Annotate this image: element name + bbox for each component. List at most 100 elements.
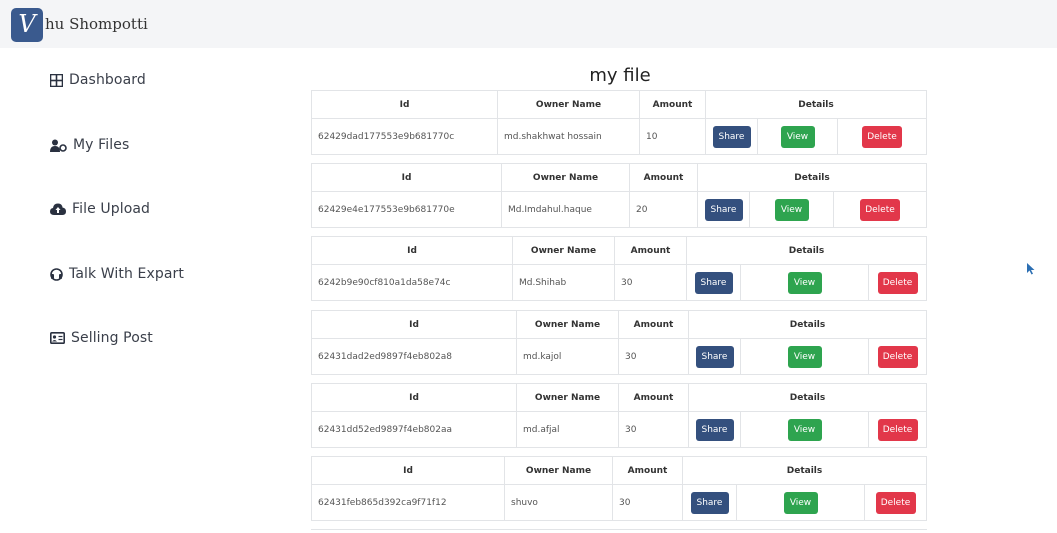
- header-amount: Amount: [618, 310, 689, 339]
- header-details: Details: [688, 310, 927, 339]
- header-owner: Owner Name: [497, 90, 640, 119]
- table-next-edge: [311, 529, 927, 533]
- sidebar-item-selling-post[interactable]: Selling Post: [50, 330, 153, 346]
- header-details: Details: [688, 383, 927, 412]
- sidebar-item-label: My Files: [73, 137, 130, 153]
- headset-icon: [50, 267, 63, 281]
- owner-name: Md.Imdahul.haque: [501, 191, 630, 228]
- delete-button[interactable]: Delete: [875, 491, 916, 514]
- table-header-row: Id Owner Name Amount Details: [311, 90, 927, 119]
- amount: 30: [612, 484, 683, 521]
- header-id: Id: [311, 236, 513, 265]
- table-row: 62429e4e177553e9b681770e Md.Imdahul.haqu…: [311, 191, 927, 228]
- header-owner: Owner Name: [516, 383, 619, 412]
- share-button[interactable]: Share: [690, 491, 729, 514]
- file-table: Id Owner Name Amount Details 62429dad177…: [311, 90, 927, 155]
- owner-name: md.shakhwat hossain: [497, 118, 640, 155]
- table-row: 62431dd52ed9897f4eb802aa md.afjal 30 Sha…: [311, 411, 927, 448]
- file-id: 6242b9e90cf810a1da58e74c: [311, 264, 513, 301]
- view-button[interactable]: View: [783, 491, 818, 514]
- table-row: 62429dad177553e9b681770c md.shakhwat hos…: [311, 118, 927, 155]
- table-header-row: Id Owner Name Amount Details: [311, 383, 927, 412]
- amount: 30: [614, 264, 687, 301]
- table-header-row: Id Owner Name Amount Details: [311, 310, 927, 339]
- owner-name: Md.Shihab: [512, 264, 615, 301]
- top-navbar: V hu Shompotti: [0, 0, 1057, 48]
- page-title: my file: [589, 65, 651, 86]
- delete-button[interactable]: Delete: [862, 125, 902, 148]
- delete-button[interactable]: Delete: [877, 418, 918, 441]
- grid-icon: [50, 73, 63, 87]
- header-amount: Amount: [614, 236, 687, 265]
- table-header-row: Id Owner Name Amount Details: [311, 163, 927, 192]
- header-id: Id: [311, 383, 517, 412]
- file-id: 62431dad2ed9897f4eb802a8: [311, 338, 517, 375]
- header-id: Id: [311, 163, 502, 192]
- view-button[interactable]: View: [787, 418, 822, 441]
- owner-name: md.kajol: [516, 338, 619, 375]
- sidebar-item-talk-with-expart[interactable]: Talk With Expart: [50, 266, 184, 282]
- sidebar-item-label: Dashboard: [69, 72, 146, 88]
- view-button[interactable]: View: [787, 271, 822, 294]
- file-table: Id Owner Name Amount Details 62429e4e177…: [311, 163, 927, 228]
- header-owner: Owner Name: [501, 163, 630, 192]
- header-details: Details: [686, 236, 927, 265]
- users-icon: [50, 139, 67, 152]
- file-table: Id Owner Name Amount Details 6242b9e90cf…: [311, 236, 927, 301]
- sidebar-item-file-upload[interactable]: File Upload: [50, 201, 150, 217]
- header-amount: Amount: [618, 383, 689, 412]
- header-amount: Amount: [629, 163, 698, 192]
- amount: 30: [618, 411, 689, 448]
- header-owner: Owner Name: [504, 456, 613, 485]
- view-button[interactable]: View: [774, 198, 809, 221]
- sidebar-item-label: Selling Post: [71, 330, 153, 346]
- owner-name: shuvo: [504, 484, 613, 521]
- header-details: Details: [705, 90, 927, 119]
- brand-name[interactable]: hu Shompotti: [45, 15, 148, 33]
- file-id: 62429dad177553e9b681770c: [311, 118, 498, 155]
- sidebar-item-label: File Upload: [72, 201, 151, 217]
- header-owner: Owner Name: [516, 310, 619, 339]
- sidebar: Dashboard My Files File Upload Talk With…: [0, 48, 280, 533]
- cloud-upload-icon: [50, 203, 66, 215]
- share-button[interactable]: Share: [694, 271, 733, 294]
- owner-name: md.afjal: [516, 411, 619, 448]
- header-id: Id: [311, 456, 505, 485]
- file-table: Id Owner Name Amount Details 62431feb865…: [311, 456, 927, 521]
- file-id: 62429e4e177553e9b681770e: [311, 191, 502, 228]
- sidebar-item-my-files[interactable]: My Files: [50, 137, 129, 153]
- id-card-icon: [50, 332, 65, 344]
- header-id: Id: [311, 90, 498, 119]
- amount: 10: [639, 118, 706, 155]
- file-table: Id Owner Name Amount Details 62431dd52ed…: [311, 383, 927, 448]
- amount: 20: [629, 191, 698, 228]
- sidebar-item-dashboard[interactable]: Dashboard: [50, 72, 146, 88]
- header-amount: Amount: [639, 90, 706, 119]
- header-id: Id: [311, 310, 517, 339]
- header-details: Details: [682, 456, 927, 485]
- mouse-cursor-icon: [1027, 263, 1035, 275]
- delete-button[interactable]: Delete: [877, 345, 918, 368]
- table-row: 62431dad2ed9897f4eb802a8 md.kajol 30 Sha…: [311, 338, 927, 375]
- amount: 30: [618, 338, 689, 375]
- header-owner: Owner Name: [512, 236, 615, 265]
- sidebar-item-label: Talk With Expart: [69, 266, 184, 282]
- header-amount: Amount: [612, 456, 683, 485]
- view-button[interactable]: View: [780, 125, 815, 148]
- table-row: 62431feb865d392ca9f71f12 shuvo 30 Share …: [311, 484, 927, 521]
- table-row: 6242b9e90cf810a1da58e74c Md.Shihab 30 Sh…: [311, 264, 927, 301]
- file-id: 62431feb865d392ca9f71f12: [311, 484, 505, 521]
- delete-button[interactable]: Delete: [877, 271, 918, 294]
- file-id: 62431dd52ed9897f4eb802aa: [311, 411, 517, 448]
- share-button[interactable]: Share: [695, 345, 734, 368]
- table-header-row: Id Owner Name Amount Details: [311, 456, 927, 485]
- share-button[interactable]: Share: [695, 418, 734, 441]
- file-table: Id Owner Name Amount Details 62431dad2ed…: [311, 310, 927, 375]
- app-logo[interactable]: V: [11, 8, 43, 42]
- delete-button[interactable]: Delete: [860, 198, 900, 221]
- view-button[interactable]: View: [787, 345, 822, 368]
- share-button[interactable]: Share: [712, 125, 751, 148]
- share-button[interactable]: Share: [704, 198, 743, 221]
- header-details: Details: [697, 163, 927, 192]
- table-header-row: Id Owner Name Amount Details: [311, 236, 927, 265]
